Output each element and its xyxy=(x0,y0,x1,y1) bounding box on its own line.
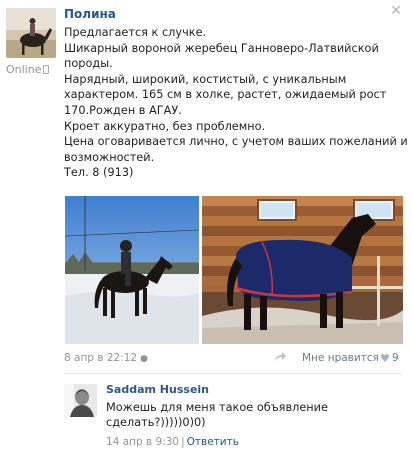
post-text-line: породы. xyxy=(64,57,113,71)
post-date-text: 8 апр в 22:12 xyxy=(64,352,138,364)
post-text: Предлагается к случке. Шикарный вороной … xyxy=(64,25,408,181)
comment-author-name[interactable]: Saddam Hussein xyxy=(106,383,209,396)
post-text-line: Кроет аккуратно, без проблемно. xyxy=(64,119,266,133)
reply-button[interactable]: Ответить xyxy=(187,436,239,448)
comment-text: Можешь для меня такое объявление сделать… xyxy=(106,400,396,430)
comment-text-line: сделать?)))))0)0) xyxy=(106,416,206,429)
heart-icon[interactable]: ♥ xyxy=(380,352,390,365)
close-icon[interactable]: ✕ xyxy=(390,4,402,18)
online-label: Online xyxy=(6,63,42,76)
online-status: Online xyxy=(6,63,50,76)
comment-meta: 14 апр в 9:30 | Ответить xyxy=(106,436,239,448)
comment-meta-separator: | xyxy=(181,436,185,448)
wall-post: Online Полина ✕ Предлагается к случке. Ш… xyxy=(0,0,412,450)
post-text-line: Цена оговаривается лично, с учетом ваших… xyxy=(64,135,408,149)
photo-horse-rider-snow[interactable] xyxy=(65,196,199,344)
comments-divider xyxy=(64,373,402,374)
post-text-line: Предлагается к случке. xyxy=(64,26,207,39)
post-meta: 8 апр в 22:12 ● Мне нравится ♥ 9 xyxy=(64,352,402,366)
comment-text-line: Можешь для меня такое объявление xyxy=(106,401,328,414)
post-author-name[interactable]: Полина xyxy=(64,7,116,21)
post-text-line: 170.Рожден в АГАУ. xyxy=(64,103,182,117)
post-text-line: Тел. 8 (913) xyxy=(64,166,134,180)
post-text-line: Нарядный, широкий, костистый, с уникальн… xyxy=(64,72,347,86)
like-button[interactable]: Мне нравится xyxy=(302,352,379,364)
post-text-line: возможностей. xyxy=(64,150,155,164)
author-avatar[interactable] xyxy=(6,8,56,58)
like-count: 9 xyxy=(392,352,399,364)
comment-author-avatar[interactable] xyxy=(64,384,97,417)
apple-icon: ● xyxy=(140,354,148,364)
post-text-line: Шикарный вороной жеребец Ганноверо-Латви… xyxy=(64,41,379,55)
share-icon[interactable] xyxy=(274,351,287,365)
post-date[interactable]: 8 апр в 22:12 ● xyxy=(64,352,148,364)
mobile-phone-icon xyxy=(43,65,50,74)
post-text-line: характером. 165 см в холке, растет, ожид… xyxy=(64,88,387,102)
photo-horse-blanket[interactable] xyxy=(202,196,403,344)
comment-date[interactable]: 14 апр в 9:30 xyxy=(106,436,179,448)
